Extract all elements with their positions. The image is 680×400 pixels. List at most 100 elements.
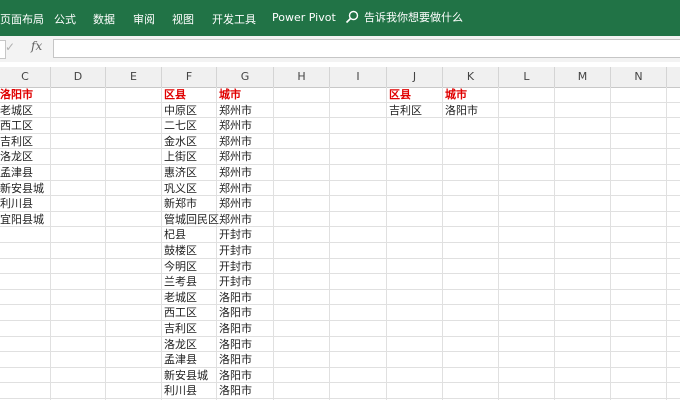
header-cell-city-c[interactable]: 洛阳市	[0, 87, 33, 102]
grid-row-line	[0, 320, 680, 321]
cell-district[interactable]: 西工区	[0, 118, 33, 133]
cell-city[interactable]: 郑州市	[219, 181, 252, 196]
column-header-l[interactable]: L	[499, 67, 555, 87]
grid-row-line	[0, 102, 680, 103]
tab-page-layout[interactable]: 页面布局	[0, 11, 44, 27]
cell-city[interactable]: 郑州市	[219, 134, 252, 149]
cell-district[interactable]: 吉利区	[164, 321, 197, 336]
header-cell-district[interactable]: 区县	[164, 87, 186, 102]
cell-district[interactable]: 巩义区	[164, 181, 197, 196]
ribbon-tab-bar: 页面布局 公式 数据 审阅 视图 开发工具 Power Pivot 告诉我你想要…	[0, 0, 680, 36]
cell-city[interactable]: 郑州市	[219, 149, 252, 164]
cell-district[interactable]: 二七区	[164, 118, 197, 133]
cell-city[interactable]: 开封市	[219, 274, 252, 289]
tell-me-search[interactable]: 告诉我你想要做什么	[345, 9, 463, 25]
grid-row-line	[0, 133, 680, 134]
column-header-c[interactable]: C	[0, 67, 51, 87]
grid-row-line	[0, 367, 680, 368]
cell-district[interactable]: 今明区	[164, 259, 197, 274]
grid-row-line	[0, 117, 680, 118]
cell-district[interactable]: 兰考县	[164, 274, 197, 289]
cell-district[interactable]: 新安县城	[164, 368, 208, 383]
grid-row-line	[0, 304, 680, 305]
grid-row-line	[0, 164, 680, 165]
cell-district[interactable]: 吉利区	[389, 103, 422, 118]
header-cell-city[interactable]: 城市	[219, 87, 241, 102]
column-header-row: CDEFGHIJKLMN	[0, 67, 680, 88]
cell-city[interactable]: 开封市	[219, 243, 252, 258]
cell-district[interactable]: 吉利区	[0, 134, 33, 149]
column-header-m[interactable]: M	[555, 67, 611, 87]
cell-city[interactable]: 郑州市	[219, 165, 252, 180]
cell-district[interactable]: 孟津县	[0, 165, 33, 180]
grid-row-line	[0, 336, 680, 337]
cell-district[interactable]: 利川县	[0, 196, 33, 211]
cell-city[interactable]: 洛阳市	[219, 305, 252, 320]
grid-row-line	[0, 180, 680, 181]
cell-city[interactable]: 洛阳市	[219, 321, 252, 336]
grid-row-line	[0, 351, 680, 352]
tab-power-pivot[interactable]: Power Pivot	[272, 11, 336, 24]
column-header-k[interactable]: K	[443, 67, 499, 87]
cell-city[interactable]: 洛阳市	[219, 290, 252, 305]
column-header-i[interactable]: I	[330, 67, 387, 87]
cell-city[interactable]: 洛阳市	[219, 383, 252, 398]
cell-district[interactable]: 杞县	[164, 227, 186, 242]
tab-review[interactable]: 审阅	[133, 11, 155, 27]
cell-district[interactable]: 老城区	[164, 290, 197, 305]
cell-city[interactable]: 郑州市	[219, 118, 252, 133]
cell-city[interactable]: 洛阳市	[219, 352, 252, 367]
grid-row-line	[0, 148, 680, 149]
column-header-d[interactable]: D	[51, 67, 106, 87]
cell-city[interactable]: 郑州市	[219, 196, 252, 211]
cell-district[interactable]: 洛龙区	[0, 149, 33, 164]
grid-row-line	[0, 242, 680, 243]
cell-district[interactable]: 利川县	[164, 383, 197, 398]
tab-view[interactable]: 视图	[172, 11, 194, 27]
tell-me-text: 告诉我你想要做什么	[364, 11, 463, 24]
column-header-j[interactable]: J	[387, 67, 443, 87]
cell-city[interactable]: 洛阳市	[219, 368, 252, 383]
cell-city[interactable]: 郑州市	[219, 103, 252, 118]
cell-district[interactable]: 孟津县	[164, 352, 197, 367]
search-icon	[345, 10, 359, 24]
grid-row-line	[0, 382, 680, 383]
cell-district[interactable]: 新郑市	[164, 196, 197, 211]
worksheet-grid[interactable]: 洛阳市 老城区 西工区 吉利区 洛龙区 孟津县 新安县城 利川县 宜阳县城 区县 城市 中原区 郑州市二…	[0, 87, 680, 400]
cell-district[interactable]: 洛龙区	[164, 337, 197, 352]
insert-function-icon[interactable]: fx	[31, 39, 42, 53]
cell-city[interactable]: 开封市	[219, 259, 252, 274]
grid-row-line	[0, 398, 680, 399]
cell-district[interactable]: 西工区	[164, 305, 197, 320]
grid-row-line	[0, 195, 680, 196]
formula-input[interactable]	[53, 39, 680, 58]
cell-city[interactable]: 洛阳市	[445, 103, 478, 118]
header-cell-district[interactable]: 区县	[389, 87, 411, 102]
cell-district[interactable]: 管城回民区	[164, 212, 219, 227]
column-header-g[interactable]: G	[217, 67, 274, 87]
column-header-f[interactable]: F	[162, 67, 217, 87]
cell-city[interactable]: 洛阳市	[219, 337, 252, 352]
cell-district[interactable]: 老城区	[0, 103, 33, 118]
column-header-n[interactable]: N	[611, 67, 667, 87]
checkmark-icon[interactable]: ✓	[5, 40, 15, 54]
grid-row-line	[0, 211, 680, 212]
cell-district[interactable]: 鼓楼区	[164, 243, 197, 258]
cell-district[interactable]: 中原区	[164, 103, 197, 118]
cell-city[interactable]: 郑州市	[219, 212, 252, 227]
cell-district[interactable]: 惠济区	[164, 165, 197, 180]
cell-district[interactable]: 新安县城	[0, 181, 44, 196]
tab-developer[interactable]: 开发工具	[212, 11, 256, 27]
header-cell-city[interactable]: 城市	[445, 87, 467, 102]
column-header-e[interactable]: E	[106, 67, 162, 87]
cell-district[interactable]: 上街区	[164, 149, 197, 164]
cell-city[interactable]: 开封市	[219, 227, 252, 242]
cell-district[interactable]: 金水区	[164, 134, 197, 149]
tab-data[interactable]: 数据	[93, 11, 115, 27]
grid-row-line	[0, 258, 680, 259]
cell-district[interactable]: 宜阳县城	[0, 212, 44, 227]
grid-row-line	[0, 273, 680, 274]
grid-row-line	[0, 289, 680, 290]
column-header-h[interactable]: H	[274, 67, 330, 87]
tab-formulas[interactable]: 公式	[54, 11, 76, 27]
